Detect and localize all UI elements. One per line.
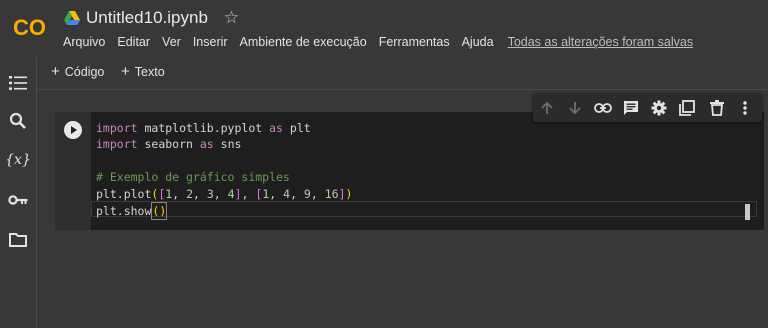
- colab-logo[interactable]: CO: [12, 12, 52, 42]
- code-token: ,: [213, 186, 228, 201]
- move-up-icon[interactable]: [538, 99, 556, 117]
- drive-icon: [64, 11, 80, 25]
- code-line[interactable]: plt.show(): [96, 201, 352, 221]
- code-line[interactable]: # Exemplo de gráfico simples: [96, 169, 352, 185]
- variables-icon[interactable]: {x}: [5, 150, 31, 170]
- menu-ver[interactable]: Ver: [162, 35, 181, 49]
- code-token: ,: [172, 186, 187, 201]
- code-token: sns: [213, 137, 242, 152]
- code-token: matplotlib.pyplot: [137, 121, 270, 135]
- run-cell-button[interactable]: [64, 121, 82, 139]
- delete-icon[interactable]: [708, 99, 726, 117]
- code-token: plt.plot: [96, 186, 152, 201]
- code-line[interactable]: plt.plot([1, 2, 3, 4], [1, 4, 9, 16]): [96, 186, 352, 202]
- code-token: 2: [186, 186, 193, 201]
- menu-ajuda[interactable]: Ajuda: [462, 35, 494, 49]
- search-icon[interactable]: [8, 111, 28, 131]
- code-token: import: [96, 121, 138, 135]
- scrollbar-marker[interactable]: [745, 204, 750, 220]
- add-code-label: Código: [64, 65, 105, 79]
- key-icon[interactable]: [8, 190, 28, 210]
- code-cell[interactable]: import matplotlib.pyplot as plt import se…: [55, 112, 764, 230]
- move-down-icon[interactable]: [566, 99, 584, 117]
- add-text-label: Texto: [134, 65, 165, 79]
- menu-ambiente-de-execucao[interactable]: Ambiente de execução: [240, 35, 367, 49]
- link-icon[interactable]: [594, 99, 612, 117]
- code-token: 3: [206, 186, 214, 201]
- code-token: ,: [310, 186, 325, 201]
- add-code-button[interactable]: + Código: [51, 63, 105, 80]
- code-token: # Exemplo de gráfico simples: [96, 170, 290, 185]
- app-header: CO Untitled10.ipynb ☆ Arquivo Editar Ver…: [0, 0, 768, 57]
- code-token: 4: [227, 186, 235, 201]
- menu-ferramentas[interactable]: Ferramentas: [379, 35, 450, 49]
- menu-arquivo[interactable]: Arquivo: [63, 35, 105, 49]
- code-token: ,: [193, 186, 207, 201]
- code-token: ): [345, 186, 353, 201]
- code-token: 9: [303, 186, 311, 201]
- add-text-button[interactable]: + Texto: [121, 63, 165, 80]
- toc-icon[interactable]: [8, 73, 28, 93]
- left-sidebar: {x}: [0, 57, 37, 328]
- code-token: import: [96, 137, 138, 152]
- code-token: ]: [338, 186, 346, 201]
- code-token: ,: [241, 186, 256, 201]
- code-token: ,: [269, 186, 284, 201]
- code-line[interactable]: [96, 153, 352, 169]
- notebook-title[interactable]: Untitled10.ipynb: [86, 8, 208, 28]
- folder-icon[interactable]: [8, 229, 28, 249]
- code-line[interactable]: import matplotlib.pyplot as plt: [96, 120, 352, 136]
- notebook-toolbar: + Código + Texto: [37, 57, 768, 90]
- code-token: as: [199, 137, 214, 152]
- code-token: plt.show: [96, 203, 152, 218]
- cell-toolbar: [533, 93, 762, 122]
- code-editor[interactable]: import matplotlib.pyplot as plt import se…: [96, 120, 352, 221]
- code-token: as: [269, 121, 283, 135]
- star-icon[interactable]: ☆: [224, 8, 239, 28]
- menu-editar[interactable]: Editar: [117, 35, 150, 49]
- menu-inserir[interactable]: Inserir: [193, 35, 228, 49]
- comment-icon[interactable]: [622, 99, 640, 117]
- logo-text: CO: [13, 15, 46, 40]
- more-icon[interactable]: [736, 99, 754, 117]
- code-token: 16: [324, 186, 339, 201]
- code-token: seaborn: [137, 137, 200, 152]
- code-line[interactable]: import seaborn as sns: [96, 136, 352, 152]
- code-token: (): [151, 201, 168, 221]
- menu-bar: Arquivo Editar Ver Inserir Ambiente de e…: [63, 35, 705, 49]
- settings-icon[interactable]: [650, 99, 668, 117]
- code-token: ]: [234, 186, 242, 201]
- plus-icon: +: [121, 63, 130, 80]
- save-status-link[interactable]: Todas as alterações foram salvas: [508, 35, 694, 49]
- code-token: plt: [282, 121, 311, 135]
- code-token: ,: [290, 186, 304, 201]
- plus-icon: +: [51, 63, 60, 80]
- mirror-cell-icon[interactable]: [678, 99, 696, 117]
- cell-gutter: [55, 112, 91, 230]
